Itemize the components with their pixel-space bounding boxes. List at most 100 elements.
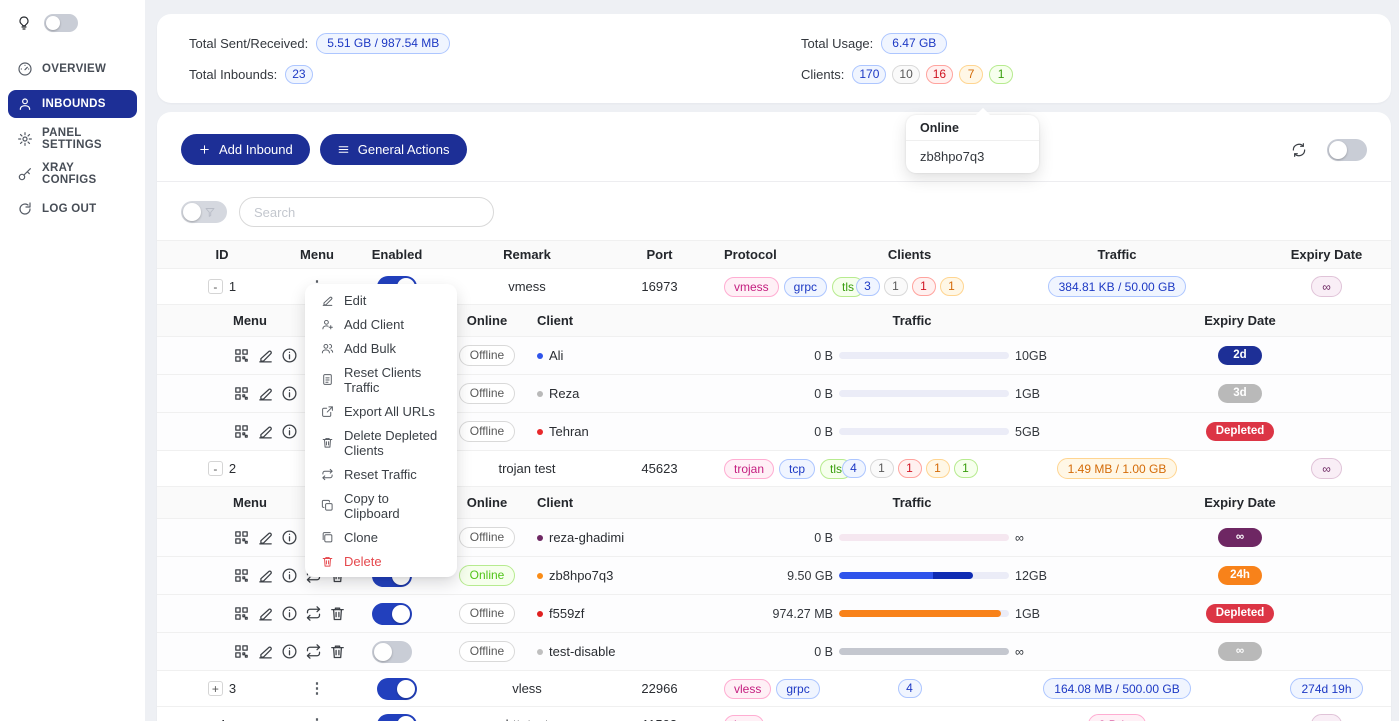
expand-toggle[interactable]: - (208, 279, 223, 294)
menu-item-add-client[interactable]: Add Client (309, 312, 453, 336)
client-name: Reza (549, 386, 579, 401)
export-icon (321, 405, 334, 418)
sidebar-item-overview[interactable]: OVERVIEW (8, 55, 137, 83)
inbound-row: 4 ⋮ httptest 11503 http 0 B / ∞ ∞ (157, 707, 1391, 721)
filter-toggle[interactable] (181, 201, 227, 223)
repeat-button[interactable] (305, 643, 322, 660)
menu-lines-icon (337, 143, 350, 156)
client-count-pill[interactable]: 3 (856, 277, 880, 296)
inbound-enabled-toggle[interactable] (377, 678, 417, 700)
sidebar-item-log-out[interactable]: LOG OUT (8, 195, 137, 223)
qr-code-button[interactable] (233, 347, 250, 364)
qr-code-button[interactable] (233, 605, 250, 622)
client-column-header-client: Client (537, 495, 717, 510)
client-count-pill[interactable]: 1 (926, 459, 950, 478)
menu-item-copy-to-clipboard[interactable]: Copy to Clipboard (309, 486, 453, 525)
client-count-pill[interactable]: 1 (940, 277, 964, 296)
menu-item-add-bulk[interactable]: Add Bulk (309, 336, 453, 360)
total-usage-label: Total Usage: (801, 36, 873, 51)
row-menu-button[interactable]: ⋮ (310, 682, 325, 696)
client-enabled-toggle[interactable] (372, 641, 412, 663)
edit-button[interactable] (257, 423, 274, 440)
info-button[interactable] (281, 423, 298, 440)
trash-button[interactable] (329, 643, 346, 660)
row-menu-button[interactable]: ⋮ (310, 718, 325, 721)
inbound-port: 16973 (641, 279, 677, 294)
client-count-pill[interactable]: 1 (884, 277, 908, 296)
client-count-pill[interactable]: 4 (842, 459, 866, 478)
client-count-pill[interactable]: 170 (852, 65, 886, 84)
inbound-id-cell: - 1 (157, 279, 287, 294)
traffic-cap: 1GB (1015, 607, 1057, 621)
sidebar-item-label: PANEL SETTINGS (42, 127, 128, 151)
dashboard-icon (17, 61, 33, 77)
sidebar-item-label: LOG OUT (42, 203, 97, 215)
client-count-pill[interactable]: 1 (989, 65, 1013, 84)
client-count-pill[interactable]: 1 (898, 459, 922, 478)
client-actions (157, 643, 347, 660)
info-button[interactable] (281, 643, 298, 660)
menu-item-reset-traffic[interactable]: Reset Traffic (309, 462, 453, 486)
menu-item-delete-depleted-clients[interactable]: Delete Depleted Clients (309, 423, 453, 462)
auto-refresh-toggle[interactable] (1327, 139, 1367, 161)
repeat-button[interactable] (305, 605, 322, 622)
menu-item-delete[interactable]: Delete (309, 549, 453, 573)
info-button[interactable] (281, 347, 298, 364)
add-inbound-button[interactable]: Add Inbound (181, 134, 310, 165)
client-count-pill[interactable]: 7 (959, 65, 983, 84)
menu-item-label: Clone (344, 530, 378, 545)
expand-toggle[interactable]: + (208, 681, 223, 696)
qr-code-button[interactable] (233, 423, 250, 440)
total-inbounds-value: 23 (285, 65, 312, 84)
edit-button[interactable] (257, 385, 274, 402)
edit-button[interactable] (257, 529, 274, 546)
client-column-header-traffic: Traffic (717, 495, 1107, 510)
general-actions-button[interactable]: General Actions (320, 134, 467, 165)
qr-code-button[interactable] (233, 567, 250, 584)
edit-button[interactable] (257, 643, 274, 660)
sidebar-item-panel-settings[interactable]: PANEL SETTINGS (8, 125, 137, 153)
client-traffic: 0 B 5GB (717, 425, 1107, 439)
qr-code-button[interactable] (233, 643, 250, 660)
qr-code-button[interactable] (233, 385, 250, 402)
inbound-enabled-toggle[interactable] (377, 714, 417, 721)
menu-item-reset-clients-traffic[interactable]: Reset Clients Traffic (309, 360, 453, 399)
info-button[interactable] (281, 529, 298, 546)
repeat-icon (321, 468, 334, 481)
info-button[interactable] (281, 605, 298, 622)
client-count-pill[interactable]: 10 (892, 65, 919, 84)
theme-toggle[interactable] (44, 14, 78, 32)
client-count-pill[interactable]: 4 (898, 679, 922, 698)
menu-item-export-all-urls[interactable]: Export All URLs (309, 399, 453, 423)
traffic-used: 0 B (767, 645, 833, 659)
refresh-icon[interactable] (1291, 142, 1307, 158)
search-row (157, 182, 1391, 240)
inbound-port: 11503 (642, 717, 677, 721)
edit-button[interactable] (257, 347, 274, 364)
sidebar-item-inbounds[interactable]: INBOUNDS (8, 90, 137, 118)
client-enabled-toggle[interactable] (372, 603, 412, 625)
client-count-pill[interactable]: 1 (870, 459, 894, 478)
client-expiry-badge: ∞ (1218, 528, 1262, 547)
edit-button[interactable] (257, 567, 274, 584)
menu-item-clone[interactable]: Clone (309, 525, 453, 549)
expand-toggle[interactable]: - (208, 461, 223, 476)
info-button[interactable] (281, 567, 298, 584)
table-header-row: IDMenuEnabledRemarkPortProtocolClientsTr… (157, 240, 1391, 269)
qr-code-button[interactable] (233, 529, 250, 546)
trash-button[interactable] (329, 605, 346, 622)
menu-item-edit[interactable]: Edit (309, 288, 453, 312)
client-name-cell: f559zf (537, 606, 717, 621)
edit-icon (321, 294, 334, 307)
client-count-pill[interactable]: 1 (912, 277, 936, 296)
total-inbounds-label: Total Inbounds: (189, 67, 277, 82)
menu-item-label: Add Client (344, 317, 404, 332)
info-button[interactable] (281, 385, 298, 402)
traffic-used: 0 B (767, 349, 833, 363)
inbound-remark: vless (512, 681, 542, 696)
sidebar-item-xray-configs[interactable]: XRAY CONFIGS (8, 160, 137, 188)
edit-button[interactable] (257, 605, 274, 622)
search-input[interactable] (239, 197, 494, 227)
traffic-cap: ∞ (1015, 645, 1057, 659)
client-count-pill[interactable]: 16 (926, 65, 953, 84)
